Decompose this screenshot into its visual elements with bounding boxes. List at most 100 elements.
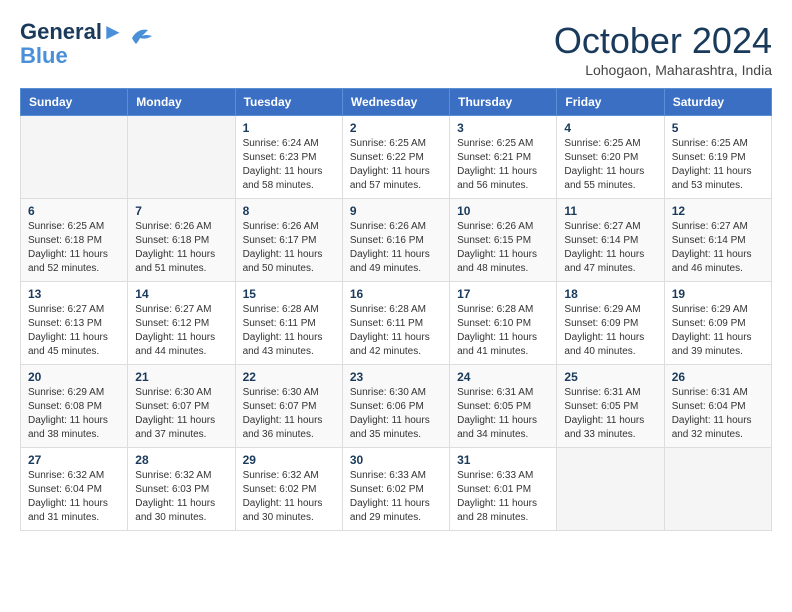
- day-info: Sunrise: 6:33 AM Sunset: 6:01 PM Dayligh…: [457, 469, 549, 525]
- day-cell: 24 Sunrise: 6:31 AM Sunset: 6:05 PM Dayli…: [450, 365, 557, 448]
- day-info: Sunrise: 6:26 AM Sunset: 6:17 PM Dayligh…: [243, 220, 335, 276]
- day-number: 8: [243, 204, 335, 218]
- day-cell: 15 Sunrise: 6:28 AM Sunset: 6:11 PM Dayli…: [235, 282, 342, 365]
- day-info: Sunrise: 6:29 AM Sunset: 6:09 PM Dayligh…: [564, 303, 656, 359]
- week-row-5: 27 Sunrise: 6:32 AM Sunset: 6:04 PM Dayli…: [21, 448, 772, 531]
- day-info: Sunrise: 6:27 AM Sunset: 6:13 PM Dayligh…: [28, 303, 120, 359]
- day-cell: 6 Sunrise: 6:25 AM Sunset: 6:18 PM Daylig…: [21, 199, 128, 282]
- day-number: 28: [135, 453, 227, 467]
- page-header: General► Blue October 2024 Lohogaon, Mah…: [20, 20, 772, 78]
- day-number: 12: [672, 204, 764, 218]
- day-info: Sunrise: 6:25 AM Sunset: 6:22 PM Dayligh…: [350, 137, 442, 193]
- day-cell: 31Sunrise: 6:33 AM Sunset: 6:01 PM Dayli…: [450, 448, 557, 531]
- day-number: 18: [564, 287, 656, 301]
- calendar-table: SundayMondayTuesdayWednesdayThursdayFrid…: [20, 88, 772, 531]
- day-info: Sunrise: 6:30 AM Sunset: 6:07 PM Dayligh…: [135, 386, 227, 442]
- day-info: Sunrise: 6:32 AM Sunset: 6:04 PM Dayligh…: [28, 469, 120, 525]
- day-cell: 20 Sunrise: 6:29 AM Sunset: 6:08 PM Dayli…: [21, 365, 128, 448]
- day-number: 17: [457, 287, 549, 301]
- day-number: 7: [135, 204, 227, 218]
- day-number: 2: [350, 121, 442, 135]
- day-info: Sunrise: 6:28 AM Sunset: 6:11 PM Dayligh…: [243, 303, 335, 359]
- day-number: 4: [564, 121, 656, 135]
- day-cell: 27 Sunrise: 6:32 AM Sunset: 6:04 PM Dayli…: [21, 448, 128, 531]
- day-info: Sunrise: 6:27 AM Sunset: 6:14 PM Dayligh…: [672, 220, 764, 276]
- day-cell: 30Sunrise: 6:33 AM Sunset: 6:02 PM Dayli…: [342, 448, 449, 531]
- day-info: Sunrise: 6:26 AM Sunset: 6:16 PM Dayligh…: [350, 220, 442, 276]
- day-info: Sunrise: 6:28 AM Sunset: 6:10 PM Dayligh…: [457, 303, 549, 359]
- day-cell: 16Sunrise: 6:28 AM Sunset: 6:11 PM Dayli…: [342, 282, 449, 365]
- day-number: 3: [457, 121, 549, 135]
- day-info: Sunrise: 6:27 AM Sunset: 6:12 PM Dayligh…: [135, 303, 227, 359]
- day-info: Sunrise: 6:31 AM Sunset: 6:04 PM Dayligh…: [672, 386, 764, 442]
- week-row-4: 20 Sunrise: 6:29 AM Sunset: 6:08 PM Dayli…: [21, 365, 772, 448]
- day-cell: [21, 116, 128, 199]
- day-number: 21: [135, 370, 227, 384]
- weekday-header-sunday: Sunday: [21, 89, 128, 116]
- day-number: 14: [135, 287, 227, 301]
- weekday-header-row: SundayMondayTuesdayWednesdayThursdayFrid…: [21, 89, 772, 116]
- day-cell: 1 Sunrise: 6:24 AM Sunset: 6:23 PM Daylig…: [235, 116, 342, 199]
- logo-bird-icon: [128, 26, 156, 48]
- day-cell: 5 Sunrise: 6:25 AM Sunset: 6:19 PM Daylig…: [664, 116, 771, 199]
- day-info: Sunrise: 6:29 AM Sunset: 6:09 PM Dayligh…: [672, 303, 764, 359]
- day-cell: 28 Sunrise: 6:32 AM Sunset: 6:03 PM Dayli…: [128, 448, 235, 531]
- week-row-3: 13Sunrise: 6:27 AM Sunset: 6:13 PM Dayli…: [21, 282, 772, 365]
- day-cell: [664, 448, 771, 531]
- day-cell: 7Sunrise: 6:26 AM Sunset: 6:18 PM Daylig…: [128, 199, 235, 282]
- day-cell: 14 Sunrise: 6:27 AM Sunset: 6:12 PM Dayli…: [128, 282, 235, 365]
- weekday-header-saturday: Saturday: [664, 89, 771, 116]
- day-number: 9: [350, 204, 442, 218]
- weekday-header-wednesday: Wednesday: [342, 89, 449, 116]
- weekday-header-thursday: Thursday: [450, 89, 557, 116]
- day-cell: 17 Sunrise: 6:28 AM Sunset: 6:10 PM Dayli…: [450, 282, 557, 365]
- day-cell: 4 Sunrise: 6:25 AM Sunset: 6:20 PM Daylig…: [557, 116, 664, 199]
- day-cell: 9 Sunrise: 6:26 AM Sunset: 6:16 PM Daylig…: [342, 199, 449, 282]
- day-info: Sunrise: 6:29 AM Sunset: 6:08 PM Dayligh…: [28, 386, 120, 442]
- day-info: Sunrise: 6:31 AM Sunset: 6:05 PM Dayligh…: [564, 386, 656, 442]
- day-number: 24: [457, 370, 549, 384]
- weekday-header-monday: Monday: [128, 89, 235, 116]
- day-info: Sunrise: 6:24 AM Sunset: 6:23 PM Dayligh…: [243, 137, 335, 193]
- day-cell: 29 Sunrise: 6:32 AM Sunset: 6:02 PM Dayli…: [235, 448, 342, 531]
- day-number: 1: [243, 121, 335, 135]
- day-info: Sunrise: 6:26 AM Sunset: 6:15 PM Dayligh…: [457, 220, 549, 276]
- weekday-header-tuesday: Tuesday: [235, 89, 342, 116]
- day-number: 22: [243, 370, 335, 384]
- day-cell: 11Sunrise: 6:27 AM Sunset: 6:14 PM Dayli…: [557, 199, 664, 282]
- day-info: Sunrise: 6:25 AM Sunset: 6:21 PM Dayligh…: [457, 137, 549, 193]
- day-cell: 18 Sunrise: 6:29 AM Sunset: 6:09 PM Dayli…: [557, 282, 664, 365]
- day-number: 11: [564, 204, 656, 218]
- week-row-2: 6 Sunrise: 6:25 AM Sunset: 6:18 PM Daylig…: [21, 199, 772, 282]
- day-number: 25: [564, 370, 656, 384]
- day-number: 5: [672, 121, 764, 135]
- day-info: Sunrise: 6:31 AM Sunset: 6:05 PM Dayligh…: [457, 386, 549, 442]
- day-number: 6: [28, 204, 120, 218]
- day-info: Sunrise: 6:25 AM Sunset: 6:19 PM Dayligh…: [672, 137, 764, 193]
- day-cell: 26Sunrise: 6:31 AM Sunset: 6:04 PM Dayli…: [664, 365, 771, 448]
- day-number: 20: [28, 370, 120, 384]
- day-info: Sunrise: 6:25 AM Sunset: 6:18 PM Dayligh…: [28, 220, 120, 276]
- day-cell: [557, 448, 664, 531]
- day-number: 19: [672, 287, 764, 301]
- location: Lohogaon, Maharashtra, India: [554, 62, 772, 78]
- day-info: Sunrise: 6:30 AM Sunset: 6:07 PM Dayligh…: [243, 386, 335, 442]
- day-cell: 8 Sunrise: 6:26 AM Sunset: 6:17 PM Daylig…: [235, 199, 342, 282]
- day-info: Sunrise: 6:32 AM Sunset: 6:03 PM Dayligh…: [135, 469, 227, 525]
- logo: General► Blue: [20, 20, 156, 68]
- day-info: Sunrise: 6:25 AM Sunset: 6:20 PM Dayligh…: [564, 137, 656, 193]
- title-section: October 2024 Lohogaon, Maharashtra, Indi…: [554, 20, 772, 78]
- month-title: October 2024: [554, 20, 772, 62]
- day-info: Sunrise: 6:33 AM Sunset: 6:02 PM Dayligh…: [350, 469, 442, 525]
- day-cell: 12 Sunrise: 6:27 AM Sunset: 6:14 PM Dayli…: [664, 199, 771, 282]
- day-info: Sunrise: 6:28 AM Sunset: 6:11 PM Dayligh…: [350, 303, 442, 359]
- day-info: Sunrise: 6:30 AM Sunset: 6:06 PM Dayligh…: [350, 386, 442, 442]
- day-cell: 21 Sunrise: 6:30 AM Sunset: 6:07 PM Dayli…: [128, 365, 235, 448]
- day-number: 29: [243, 453, 335, 467]
- day-number: 15: [243, 287, 335, 301]
- day-number: 10: [457, 204, 549, 218]
- day-cell: 3 Sunrise: 6:25 AM Sunset: 6:21 PM Daylig…: [450, 116, 557, 199]
- day-info: Sunrise: 6:32 AM Sunset: 6:02 PM Dayligh…: [243, 469, 335, 525]
- day-cell: 25 Sunrise: 6:31 AM Sunset: 6:05 PM Dayli…: [557, 365, 664, 448]
- day-number: 27: [28, 453, 120, 467]
